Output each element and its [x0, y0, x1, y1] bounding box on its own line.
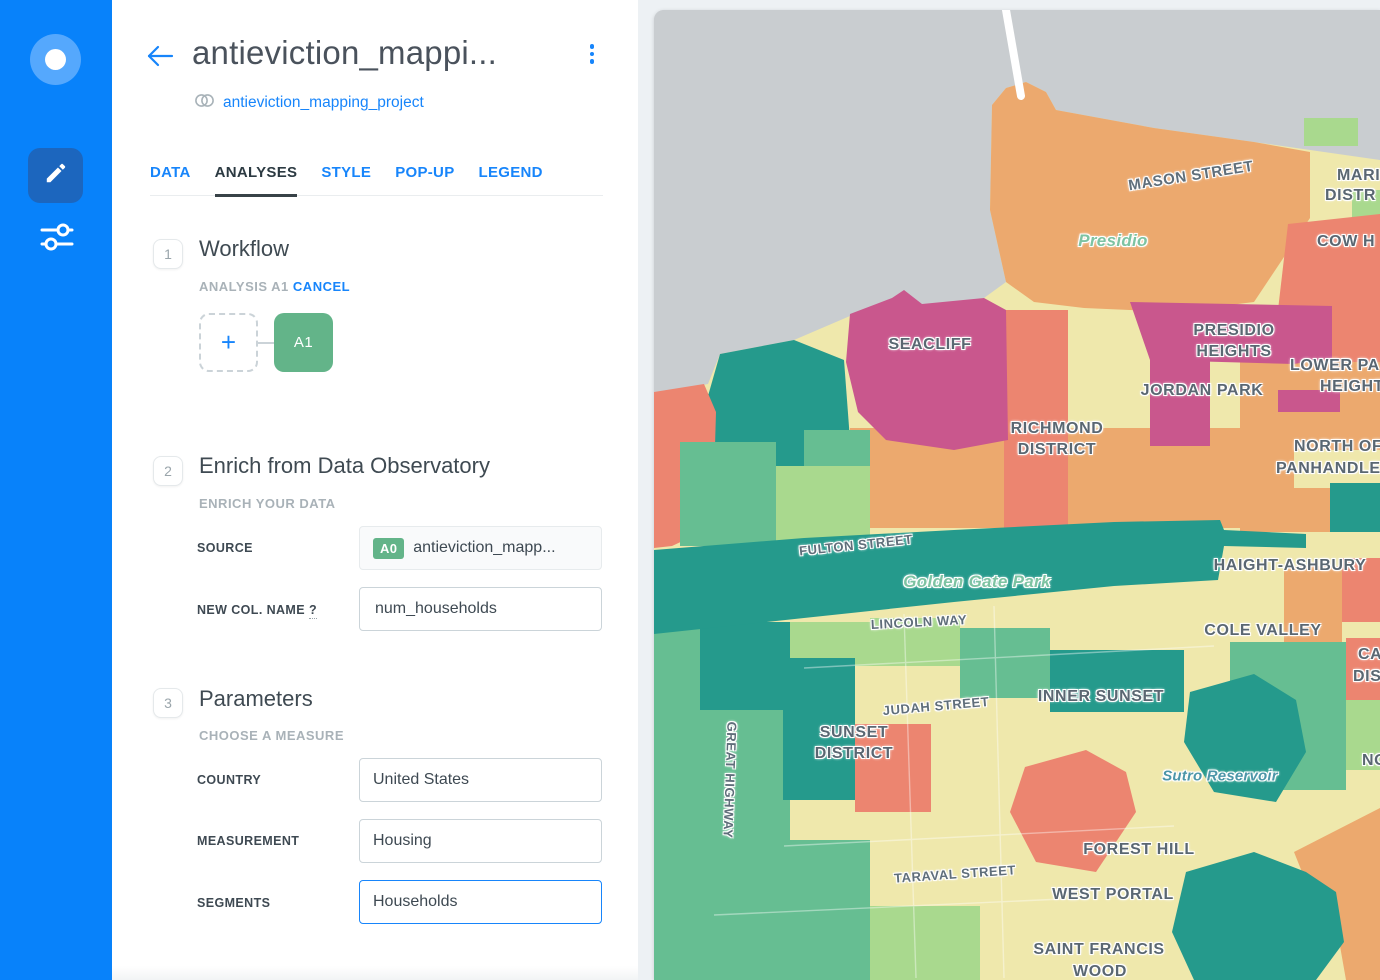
back-arrow-icon — [146, 55, 174, 72]
map-label: Golden Gate Park — [903, 572, 1050, 592]
pencil-icon — [43, 160, 69, 191]
map-label: CA — [1358, 646, 1380, 664]
map-label: MASON STREET — [1127, 158, 1254, 195]
source-value: antieviction_mapp... — [413, 539, 555, 557]
map-label: Sutro Reservoir — [1162, 768, 1278, 785]
map-label: FULTON STREET — [798, 532, 913, 559]
analysis-label: ANALYSIS A1 — [199, 279, 289, 294]
tab-analyses[interactable]: ANALYSES — [215, 164, 298, 197]
map-label: NORTH OF — [1294, 438, 1380, 456]
source-select[interactable]: A0 antieviction_mapp... — [359, 526, 602, 570]
node-connector — [258, 342, 274, 344]
help-icon[interactable]: ? — [309, 603, 317, 619]
edit-mode-button[interactable] — [28, 148, 83, 203]
map-label: JUDAH STREET — [882, 694, 990, 718]
country-label: COUNTRY — [197, 773, 261, 787]
cancel-link[interactable]: CANCEL — [293, 279, 350, 294]
step-2-badge: 2 — [153, 456, 183, 486]
newcol-input[interactable] — [373, 599, 588, 619]
tab-style[interactable]: STYLE — [321, 164, 371, 195]
step-1-badge: 1 — [153, 239, 183, 269]
map-label: TARAVAL STREET — [893, 862, 1016, 885]
source-node-badge: A0 — [373, 538, 404, 559]
map-label: COW H — [1317, 233, 1375, 251]
map-label: GREAT HIGHWAY — [720, 721, 739, 838]
map-label: DIS — [1353, 668, 1380, 686]
map-label: SEACLIFF — [888, 336, 971, 354]
map-label: SAINT FRANCIS — [1033, 941, 1164, 959]
workflow-title: Workflow — [199, 236, 289, 262]
map-label: JORDAN PARK — [1141, 382, 1264, 400]
layer-options-menu[interactable] — [584, 44, 600, 70]
enrich-subtitle: ENRICH YOUR DATA — [199, 496, 336, 511]
segments-select[interactable]: Households — [359, 880, 602, 924]
back-button[interactable] — [146, 44, 176, 70]
map-label: SUNSET — [820, 724, 889, 742]
map-label: MARI — [1337, 167, 1380, 185]
map-label: FOREST HILL — [1083, 841, 1194, 859]
layer-title: antieviction_mappi... — [192, 34, 497, 72]
map-label: HAIGHT-ASHBURY — [1214, 557, 1367, 575]
map-label: INNER SUNSET — [1038, 688, 1164, 706]
segments-value: Households — [373, 893, 458, 911]
map-label: DISTRICT — [1018, 441, 1097, 459]
panel-scroll-fade — [112, 966, 638, 980]
tool-rail — [0, 0, 112, 980]
map-label: NO — [1362, 752, 1380, 770]
source-label: SOURCE — [197, 541, 253, 555]
enrich-title: Enrich from Data Observatory — [199, 453, 490, 479]
map-label: DISTR — [1325, 187, 1376, 205]
dataset-link[interactable]: antieviction_mapping_project — [223, 94, 424, 112]
tab-data[interactable]: DATA — [150, 164, 191, 195]
map-label: COLE VALLEY — [1204, 622, 1321, 640]
add-analysis-node[interactable]: + — [199, 313, 258, 372]
segments-label: SEGMENTS — [197, 896, 270, 910]
measurement-select[interactable]: Housing — [359, 819, 602, 863]
map-label: Presidio — [1078, 231, 1147, 251]
measurement-label: MEASUREMENT — [197, 834, 299, 848]
newcol-label: NEW COL. NAME? — [197, 603, 317, 617]
avatar[interactable] — [30, 34, 81, 85]
country-select[interactable]: United States — [359, 758, 602, 802]
parameters-title: Parameters — [199, 686, 313, 712]
parameters-subtitle: CHOOSE A MEASURE — [199, 728, 344, 743]
map-label: WEST PORTAL — [1052, 886, 1174, 904]
map-label: PRESIDIO — [1193, 322, 1274, 340]
dataset-icon — [194, 93, 215, 113]
sliders-icon — [37, 219, 77, 260]
dataset-row: antieviction_mapping_project — [194, 93, 424, 113]
map-label: HEIGHT — [1320, 378, 1380, 396]
map-label: WOOD — [1073, 963, 1127, 980]
analysis-node-a1[interactable]: A1 — [274, 313, 333, 372]
map-label: HEIGHTS — [1196, 343, 1271, 361]
measurement-value: Housing — [373, 832, 432, 850]
map-viewport[interactable]: MASON STREET Presidio MARI DISTR COW H SEACLI… — [654, 10, 1380, 980]
country-value: United States — [373, 771, 469, 789]
layer-panel: antieviction_mappi... antieviction_mappi… — [112, 0, 638, 980]
map-label: RICHMOND — [1011, 420, 1104, 438]
newcol-field[interactable] — [359, 587, 602, 631]
settings-button[interactable] — [35, 218, 79, 260]
panel-tabs: DATA ANALYSES STYLE POP-UP LEGEND — [150, 164, 603, 196]
tab-popup[interactable]: POP-UP — [395, 164, 454, 195]
step-3-badge: 3 — [153, 688, 183, 718]
avatar-dot-icon — [45, 49, 66, 70]
map-label: LOWER PA — [1290, 357, 1380, 375]
map-label: PANHANDLE — [1276, 460, 1380, 478]
workflow-status: ANALYSIS A1 CANCEL — [199, 279, 350, 294]
map-label: LINCOLN WAY — [870, 612, 967, 632]
map-labels: MASON STREET Presidio MARI DISTR COW H SEACLI… — [654, 10, 1380, 980]
map-label: DISTRICT — [815, 745, 894, 763]
tab-legend[interactable]: LEGEND — [479, 164, 543, 195]
